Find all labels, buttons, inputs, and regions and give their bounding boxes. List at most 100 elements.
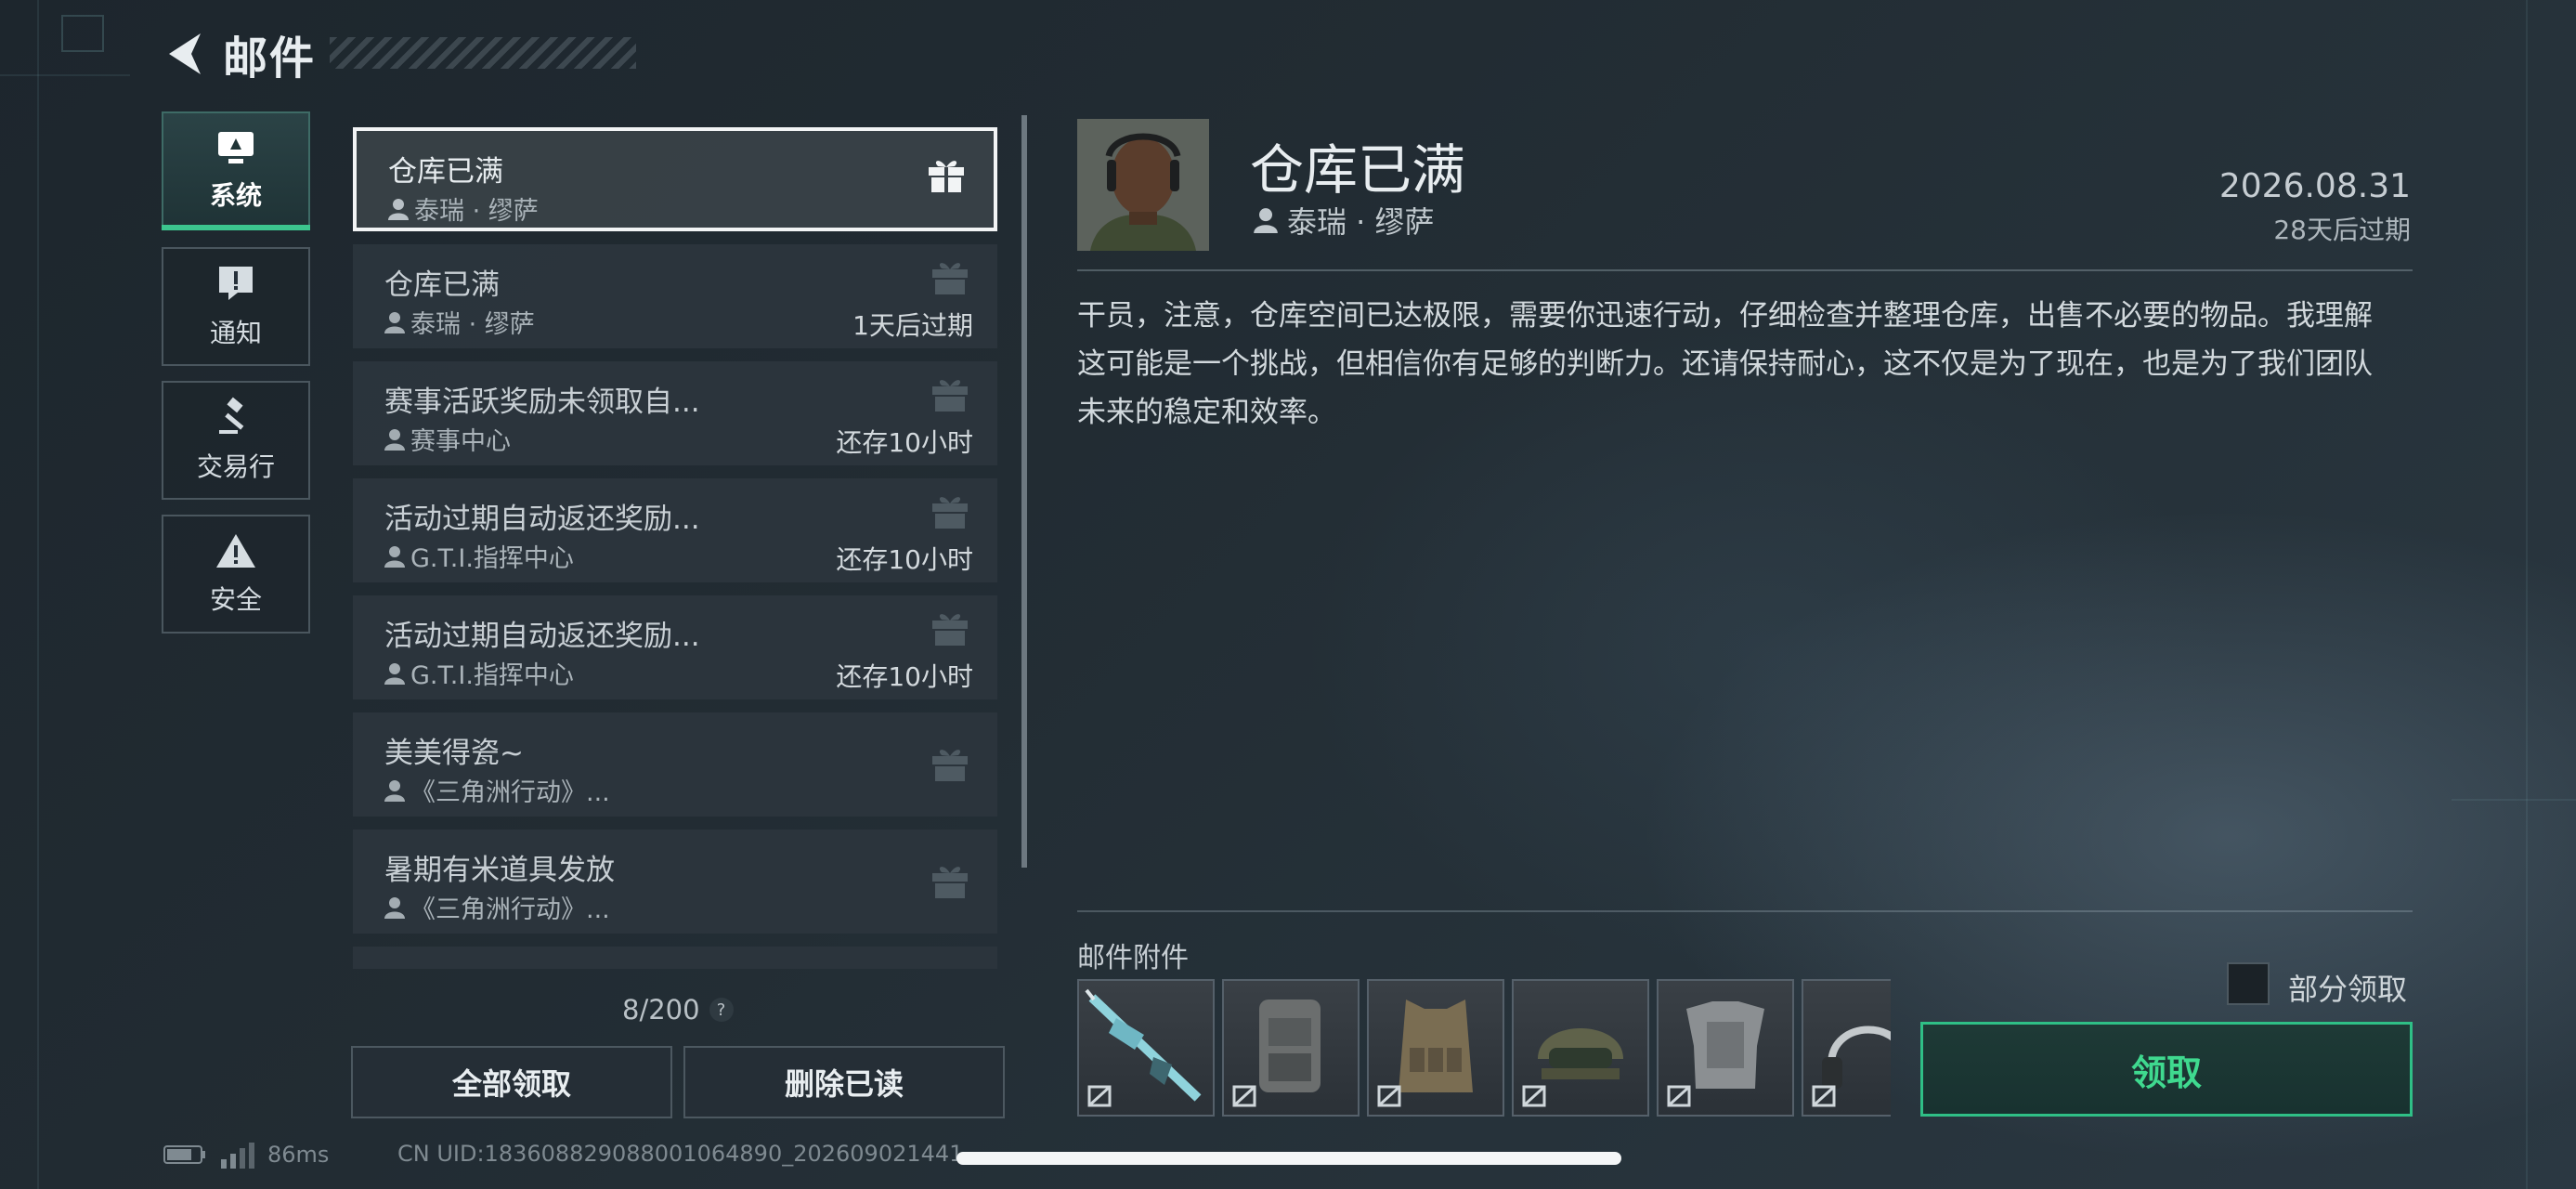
ping-value: 86ms (267, 1142, 330, 1168)
attachment-slot[interactable] (1802, 979, 1891, 1117)
mail-detail-date: 2026.08.31 (2218, 167, 2411, 205)
mail-sender: G.T.I.指挥中心 (384, 655, 574, 691)
gift-icon (932, 750, 968, 781)
partial-claim-label: 部分领取 (2288, 972, 2408, 1007)
signal-icon (221, 1143, 254, 1169)
person-icon (384, 545, 405, 568)
attachment-slot[interactable] (1367, 979, 1504, 1117)
attachment-slot[interactable] (1077, 979, 1215, 1117)
mail-detail-sender: 泰瑞 · 缪萨 (1254, 199, 1435, 242)
mail-item[interactable]: 仓库已满 泰瑞 · 缪萨 (353, 127, 997, 231)
gift-icon (932, 380, 968, 412)
delete-read-button[interactable]: 删除已读 (683, 1046, 1005, 1118)
mail-expire: 还存10小时 (836, 544, 973, 575)
category-notice[interactable]: 通知 (162, 247, 310, 366)
mail-sender-name: G.T.I.指挥中心 (410, 544, 574, 573)
bg-gridline (2452, 799, 2576, 801)
attachment-slot[interactable] (1657, 979, 1794, 1117)
gift-icon (932, 614, 968, 646)
mail-expire: 还存10小时 (836, 661, 973, 692)
mail-sender-name: 泰瑞 · 缪萨 (414, 197, 539, 226)
mail-expire: 还存10小时 (836, 427, 973, 458)
help-icon[interactable]: ? (709, 998, 734, 1022)
mail-item[interactable]: 活动过期自动返还奖励... G.T.I.指挥中心 还存10小时 (353, 595, 997, 699)
bg-corner-mark (61, 15, 104, 52)
attachment-slot[interactable] (1222, 979, 1360, 1117)
unbind-lock-icon (1232, 1085, 1256, 1107)
unbind-lock-icon (1812, 1085, 1836, 1107)
alert-message-icon (219, 267, 253, 300)
mail-item[interactable]: 仓库已满 泰瑞 · 缪萨 1天后过期 (353, 244, 997, 348)
person-icon (384, 779, 405, 802)
category-label: 安全 (209, 584, 262, 615)
mail-detail-title: 仓库已满 (1250, 138, 1466, 202)
warning-triangle-icon (216, 534, 255, 568)
back-button[interactable] (158, 27, 212, 81)
mail-sender: G.T.I.指挥中心 (384, 538, 574, 574)
mail-title: 活动过期自动返还奖励... (384, 503, 700, 536)
mail-sender: 《三角洲行动》... (384, 772, 610, 808)
partial-claim-checkbox[interactable] (2227, 962, 2270, 1005)
user-uid: CN UID:1836088290880010648​90_2026090214… (397, 1141, 964, 1167)
person-icon (384, 662, 405, 685)
mail-item[interactable]: 美美得瓷~ 《三角洲行动》... (353, 712, 997, 817)
category-security[interactable]: 安全 (162, 515, 310, 634)
person-icon (384, 896, 405, 919)
category-label: 通知 (209, 318, 262, 348)
home-indicator[interactable] (956, 1152, 1621, 1165)
operator-portrait-icon (1077, 119, 1209, 251)
unbind-lock-icon (1087, 1085, 1112, 1107)
header: 邮件 (158, 20, 316, 87)
gavel-icon (219, 397, 244, 434)
attachment-slot[interactable] (1512, 979, 1649, 1117)
unbind-lock-icon (1377, 1085, 1401, 1107)
category-system[interactable]: 系统 (162, 111, 310, 230)
mail-sender-name: 泰瑞 · 缪萨 (410, 310, 535, 339)
mail-list-scrollbar[interactable] (1021, 115, 1027, 868)
battery-icon (163, 1145, 205, 1164)
mail-title: 仓库已满 (384, 268, 500, 302)
bg-gridline (0, 74, 130, 76)
mail-sender: 《三角洲行动》... (384, 889, 610, 925)
person-icon (388, 198, 409, 220)
attachments-label: 邮件附件 (1077, 942, 1189, 974)
mail-list[interactable]: 仓库已满 泰瑞 · 缪萨 仓库已满 泰瑞 · 缪萨 1天后过期 赛事活跃奖励未领… (353, 125, 1001, 969)
category-trade[interactable]: 交易行 (162, 381, 310, 500)
person-icon (384, 428, 405, 451)
attachment-strip[interactable] (1077, 979, 1891, 1118)
mail-item[interactable]: 赛事活跃奖励未领取自... 赛事中心 还存10小时 (353, 361, 997, 465)
unbind-lock-icon (1522, 1085, 1546, 1107)
divider (1077, 269, 2413, 271)
mail-title: 美美得瓷~ (384, 737, 524, 770)
mail-sender: 泰瑞 · 缪萨 (388, 190, 539, 227)
gift-icon (932, 263, 968, 294)
unbind-lock-icon (1667, 1085, 1691, 1107)
mail-sender-name: 赛事中心 (410, 427, 511, 456)
gift-icon (932, 497, 968, 529)
mail-counter: 8/200 ? (622, 994, 734, 1026)
monitor-icon (218, 132, 254, 163)
category-active-indicator (162, 225, 310, 230)
divider (1077, 910, 2413, 912)
category-label: 交易行 (196, 451, 275, 482)
category-label: 系统 (209, 180, 262, 211)
mail-item-partial[interactable] (353, 947, 997, 969)
claim-all-button[interactable]: 全部领取 (351, 1046, 672, 1118)
back-arrow-icon (169, 33, 201, 74)
mail-item[interactable]: 暑期有米道具发放 《三角洲行动》... (353, 830, 997, 934)
mail-detail-sender-name: 泰瑞 · 缪萨 (1287, 204, 1435, 240)
claim-button[interactable]: 领取 (1920, 1022, 2413, 1117)
mail-sender: 赛事中心 (384, 421, 511, 457)
mail-sender: 泰瑞 · 缪萨 (384, 304, 535, 340)
mail-item[interactable]: 活动过期自动返还奖励... G.T.I.指挥中心 还存10小时 (353, 478, 997, 582)
mail-title: 赛事活跃奖励未领取自... (384, 385, 700, 419)
title-decoration (330, 37, 636, 69)
mail-title: 暑期有米道具发放 (384, 854, 615, 887)
bg-gridline (2526, 0, 2528, 1189)
gift-icon (929, 161, 964, 192)
mail-sender-name: 《三角洲行动》... (410, 778, 610, 807)
person-icon (1254, 208, 1278, 233)
gift-icon (932, 867, 968, 898)
bg-gridline (37, 0, 39, 1189)
mail-expire: 1天后过期 (852, 310, 973, 341)
